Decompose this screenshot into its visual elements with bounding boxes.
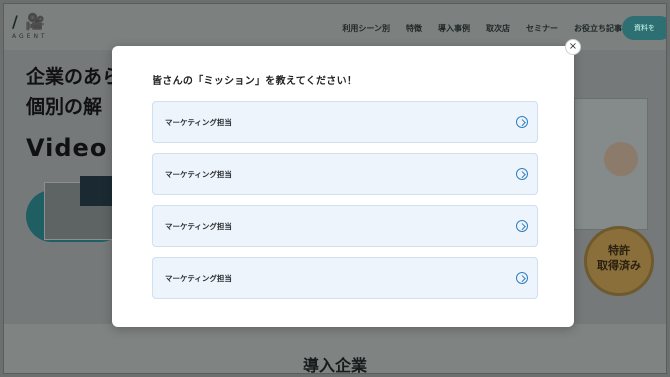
site-logo-subtitle: AGENT [12, 33, 48, 40]
nav-item-seminars[interactable]: セミナー [526, 23, 558, 34]
chevron-right-icon [516, 220, 528, 232]
nav-item-articles[interactable]: お役立ち記事 [574, 23, 622, 34]
mission-option[interactable]: マーケティング担当 [152, 205, 538, 247]
nav-item-case-studies[interactable]: 導入事例 [438, 23, 470, 34]
nav-item-agents[interactable]: 取次店 [486, 23, 510, 34]
mission-option-label: マーケティング担当 [165, 118, 232, 127]
download-docs-button[interactable]: 資料を [622, 16, 666, 40]
main-nav: 利用シーン別 特徴 導入事例 取次店 セミナー お役立ち記事 [342, 23, 622, 34]
hero-dark-screen-image [80, 176, 116, 206]
clients-section-title: 導入企業 [302, 356, 367, 374]
patent-badge: 特許 取得済み [584, 226, 654, 296]
hero-headline-line1: 企業のあら [26, 66, 122, 88]
nav-item-use-cases[interactable]: 利用シーン別 [342, 23, 390, 34]
mission-option[interactable]: マーケティング担当 [152, 257, 538, 299]
avatar [604, 142, 638, 176]
mission-option[interactable]: マーケティング担当 [152, 153, 538, 195]
close-icon[interactable]: × [565, 39, 581, 55]
chevron-right-icon [516, 272, 528, 284]
hero-headline-line3: Video [26, 134, 108, 162]
mission-option-label: マーケティング担当 [165, 274, 232, 283]
chevron-right-icon [516, 116, 528, 128]
chevron-right-icon [516, 168, 528, 180]
mission-option-label: マーケティング担当 [165, 170, 232, 179]
nav-item-features[interactable]: 特徴 [406, 23, 422, 34]
mission-option[interactable]: マーケティング担当 [152, 101, 538, 143]
modal-title: 皆さんの「ミッション」を教えてください！ [152, 76, 358, 87]
mission-option-label: マーケティング担当 [165, 222, 232, 231]
site-logo[interactable]: / 🎥 [12, 12, 46, 31]
hero-headline-line2: 個別の解 [26, 96, 103, 118]
